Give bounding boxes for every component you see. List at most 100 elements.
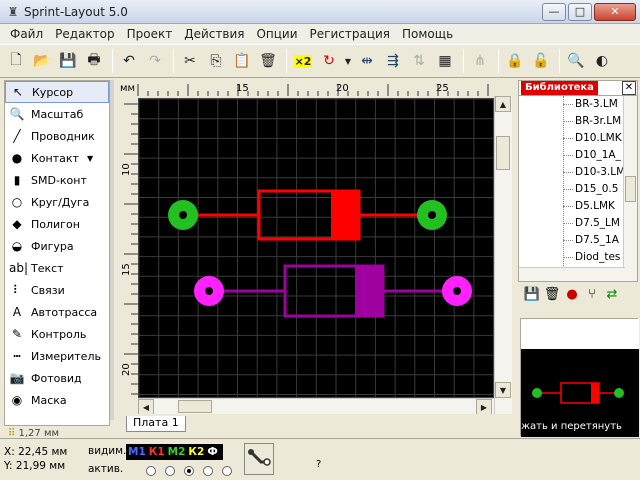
layer-toggle[interactable]: К2 [188, 446, 204, 458]
menu-file[interactable]: Файл [4, 27, 49, 41]
active-layer-radio[interactable] [222, 466, 232, 476]
component-band-purple[interactable] [355, 266, 383, 316]
tool-panel-scrollbar[interactable] [110, 80, 114, 420]
lock-icon[interactable]: 🔒 [503, 49, 527, 73]
tool-shape[interactable]: ◒ Фигура [5, 235, 109, 257]
library-horizontal-scrollbar[interactable] [519, 267, 625, 281]
redo-icon[interactable]: ↷ [143, 49, 167, 73]
mirror-icon[interactable]: ⇹ [355, 49, 379, 73]
library-item[interactable]: D15_0.5 [575, 181, 618, 197]
chevron-down-icon[interactable]: ▼ [87, 154, 93, 163]
tool-cursor[interactable]: ↖ Курсор [5, 81, 109, 103]
library-tree[interactable]: BR-3.LM BR-3r.LM D10.LMK D10_1A_ D10-3.LM D15… [518, 96, 638, 282]
connect-icon[interactable]: ⋔ [468, 49, 492, 73]
menu-project[interactable]: Проект [121, 27, 179, 41]
tab-board-1[interactable]: Плата 1 [126, 416, 186, 432]
x2-icon[interactable]: ×2 [291, 49, 315, 73]
scroll-up-button[interactable]: ▲ [495, 96, 511, 112]
active-layer-radio[interactable] [184, 466, 194, 476]
layer-toggle[interactable]: Ф [207, 446, 217, 458]
tool-smd[interactable]: ▮ SMD-конт [5, 169, 109, 191]
ruler-top-label: 25 [436, 83, 449, 94]
cut-icon[interactable]: ✂ [178, 49, 202, 73]
minimize-button[interactable]: — [542, 2, 566, 21]
menu-actions[interactable]: Действия [178, 27, 250, 41]
delete-icon[interactable]: 🗑 [256, 49, 280, 73]
align-icon[interactable]: ⇶ [381, 49, 405, 73]
scroll-left-button[interactable]: ◀ [138, 399, 154, 415]
layer-toggle[interactable]: К1 [149, 446, 165, 458]
library-item[interactable]: D10-3.LM [575, 164, 625, 180]
scroll-thumb[interactable] [496, 136, 510, 170]
tool-camera[interactable]: 📷 Фотовид [5, 367, 109, 389]
library-panel: Библиотека ✕ BR-3.LM BR-3r.LM D10.LMK D10_1… [518, 80, 639, 437]
contrast-icon[interactable]: ◐ [590, 49, 614, 73]
library-item[interactable]: D7.5_1A [575, 232, 619, 248]
maximize-button[interactable]: □ [568, 2, 592, 21]
print-icon[interactable]: 🖶 [82, 49, 106, 73]
layer-toggle[interactable]: М2 [168, 446, 186, 458]
preview-drawing [521, 349, 639, 437]
copy-icon[interactable]: ⎘ [204, 49, 228, 73]
library-item[interactable]: D10.LMK [575, 130, 622, 146]
library-item[interactable]: D5.LMK [575, 198, 615, 214]
ungroup-icon[interactable]: ▦ [433, 49, 457, 73]
tool-zoom[interactable]: 🔍 Масштаб [5, 103, 109, 125]
library-item[interactable]: D10_1A_ [575, 147, 621, 163]
active-layer-radio[interactable] [203, 466, 213, 476]
scroll-thumb[interactable] [178, 400, 212, 413]
open-icon[interactable]: 📂 [30, 49, 54, 73]
library-close-button[interactable]: ✕ [622, 81, 636, 95]
ruler-left-svg: 10 15 20 [121, 103, 138, 395]
tool-circle[interactable]: ○ Круг/Дуга [5, 191, 109, 213]
group-icon[interactable]: ⇅ [407, 49, 431, 73]
library-preview[interactable]: жать и перетянуть [520, 318, 639, 437]
component-band-red[interactable] [331, 191, 359, 239]
rotate-dropdown-icon[interactable]: ▼ [343, 49, 353, 73]
library-item[interactable]: D7.5_LM [575, 215, 620, 231]
refresh-icon[interactable]: ⇄ [602, 287, 622, 302]
filter-icon[interactable]: ⑂ [582, 287, 602, 302]
menu-edit[interactable]: Редактор [49, 27, 120, 41]
tool-mask[interactable]: ◉ Маска [5, 389, 109, 411]
active-layer-radio[interactable] [165, 466, 175, 476]
tool-polygon[interactable]: ◆ Полигон [5, 213, 109, 235]
help-icon[interactable]: ? [316, 459, 321, 470]
library-item[interactable]: Diod_tes [575, 249, 620, 265]
active-layer-radio[interactable] [146, 466, 156, 476]
paste-icon[interactable]: 📋 [230, 49, 254, 73]
canvas-vertical-scrollbar[interactable]: ▲ ▼ [494, 96, 512, 414]
unlock-icon[interactable]: 🔓 [529, 49, 553, 73]
delete-icon[interactable]: 🗑 [542, 287, 562, 302]
record-icon[interactable]: ● [562, 287, 582, 302]
close-button[interactable]: ✕ [594, 2, 636, 21]
scroll-right-button[interactable]: ▶ [476, 399, 492, 415]
library-vertical-scrollbar[interactable] [623, 96, 637, 281]
library-item[interactable]: BR-3r.LM [575, 113, 621, 129]
tool-connections[interactable]: ⠇ Связи [5, 279, 109, 301]
undo-icon[interactable]: ↶ [117, 49, 141, 73]
rotate-icon[interactable]: ↻ [317, 49, 341, 73]
canvas-horizontal-scrollbar[interactable]: ◀ ▶ [138, 398, 494, 415]
grid-size-row[interactable]: ⠿ 1,27 мм [4, 428, 110, 438]
pcb-canvas[interactable] [138, 98, 494, 398]
library-item[interactable]: BR-3.LM [575, 96, 618, 112]
tool-track[interactable]: ╱ Проводник [5, 125, 109, 147]
scroll-thumb[interactable] [625, 176, 636, 202]
scroll-down-button[interactable]: ▼ [495, 382, 511, 398]
connection-tool-button[interactable] [244, 443, 274, 475]
menu-help[interactable]: Помощь [396, 27, 459, 41]
tool-measure[interactable]: ┅ Измеритель [5, 345, 109, 367]
tool-pad[interactable]: ● Контакт ▼ [5, 147, 109, 169]
tool-check[interactable]: ✎ Контроль [5, 323, 109, 345]
new-icon[interactable]: 🗋 [4, 49, 28, 73]
layer-toggle[interactable]: М1 [128, 446, 146, 458]
zoom-icon[interactable]: 🔍 [564, 49, 588, 73]
menu-options[interactable]: Опции [250, 27, 303, 41]
menu-registration[interactable]: Регистрация [304, 27, 396, 41]
save-icon[interactable]: 💾 [522, 287, 542, 302]
status-bar: X: 22,45 мм Y: 21,99 мм видим. актив. М1… [0, 438, 640, 480]
save-icon[interactable]: 💾 [56, 49, 80, 73]
tool-text[interactable]: ab| Текст [5, 257, 109, 279]
tool-autoroute[interactable]: A Автотрасса [5, 301, 109, 323]
